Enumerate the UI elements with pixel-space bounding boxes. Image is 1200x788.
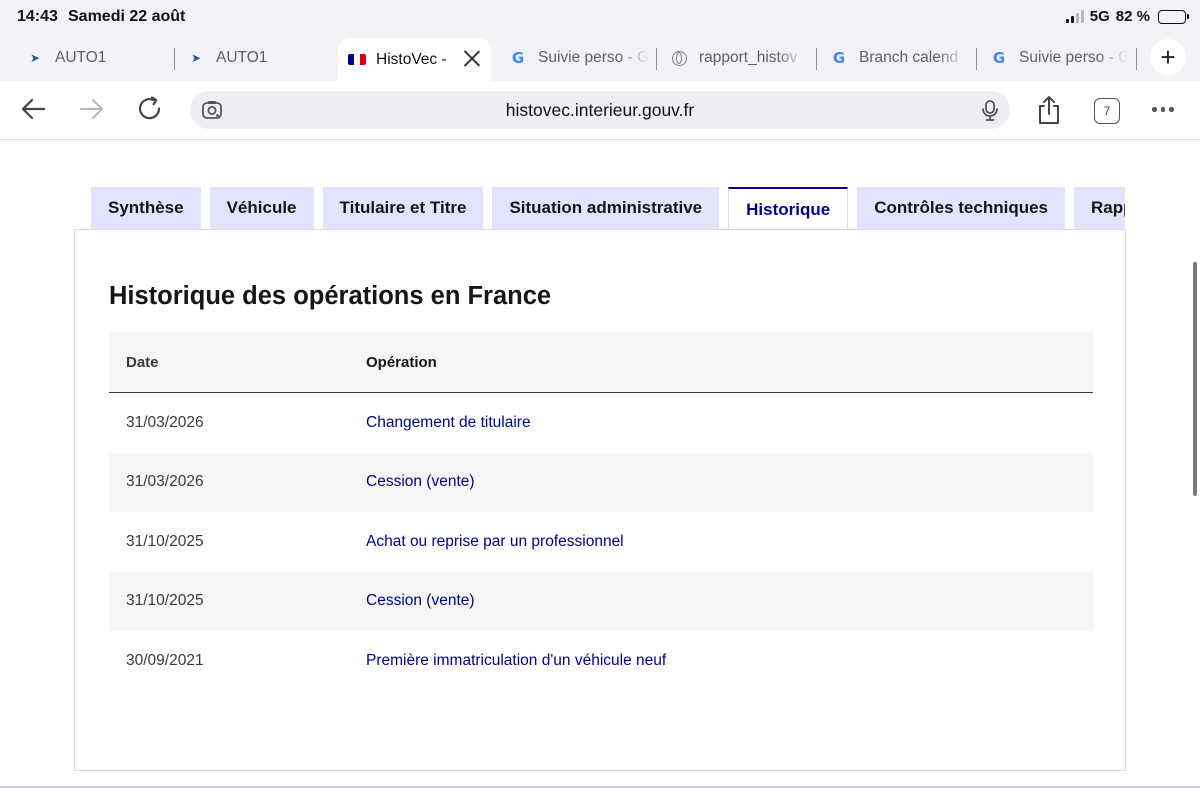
tab-historique[interactable]: Historique	[728, 187, 849, 230]
status-bar: 14:43 Samedi 22 août 5G 82 %	[0, 0, 1200, 34]
status-time: 14:43	[17, 8, 58, 25]
browser-chrome: 14:43 Samedi 22 août 5G 82 % ➤ AUTO1 ➤ A…	[0, 0, 1200, 140]
table-body: 31/03/2026 Changement de titulaire 31/03…	[109, 393, 1093, 691]
cell-operation: Changement de titulaire	[366, 413, 531, 431]
table-row: 31/03/2026 Changement de titulaire	[109, 393, 1093, 453]
tab-controles-techniques[interactable]: Contrôles techniques	[857, 187, 1066, 229]
globe-icon	[671, 50, 687, 66]
cell-operation: Achat ou reprise par un professionnel	[366, 532, 624, 550]
tab-separator	[816, 48, 817, 70]
address-bar[interactable]: histovec.interieur.gouv.fr	[190, 91, 1010, 129]
tab-vehicule[interactable]: Véhicule	[209, 187, 314, 229]
auto1-icon: ➤	[29, 51, 41, 65]
cell-date: 31/10/2025	[126, 592, 204, 610]
browser-tab-auto1[interactable]: ➤ AUTO1	[27, 38, 167, 78]
table-row: 30/09/2021 Première immatriculation d'un…	[109, 631, 1093, 691]
page-content: Synthèse Véhicule Titulaire et Titre Sit…	[0, 141, 1200, 788]
new-tab-button[interactable]: +	[1150, 39, 1186, 75]
browser-tab-title: AUTO1	[216, 49, 268, 66]
tab-titulaire-et-titre[interactable]: Titulaire et Titre	[322, 187, 484, 229]
browser-tab-title: HistoVec -	[376, 50, 447, 68]
column-header-date: Date	[126, 353, 159, 371]
cell-date: 31/10/2025	[126, 532, 204, 550]
cell-date: 30/09/2021	[126, 651, 204, 669]
share-button[interactable]	[1033, 94, 1065, 126]
browser-toolbar: histovec.interieur.gouv.fr 7	[0, 81, 1200, 140]
tab-synthese[interactable]: Synthèse	[91, 187, 201, 229]
forward-arrow-icon	[79, 98, 104, 120]
google-icon: G	[511, 49, 525, 67]
operations-table: Date Opération 31/03/2026 Changement de …	[109, 332, 1093, 691]
battery-percent: 82 %	[1115, 8, 1150, 25]
tab-fade	[937, 38, 967, 78]
section-tabs: Synthèse Véhicule Titulaire et Titre Sit…	[91, 187, 1125, 230]
battery-icon	[1158, 9, 1189, 24]
browser-tab-auto1-2[interactable]: ➤ AUTO1	[188, 38, 328, 78]
reload-button[interactable]	[134, 93, 166, 125]
tab-fade	[1097, 38, 1127, 78]
browser-tab-branch-calendar[interactable]: G Branch calend	[831, 38, 967, 78]
column-header-operation: Opération	[366, 353, 437, 371]
cell-operation: Cession (vente)	[366, 592, 475, 610]
browser-tab-suivie-perso-2[interactable]: G Suivie perso - G	[991, 38, 1127, 78]
browser-tab-title: AUTO1	[55, 49, 107, 66]
cell-date: 31/03/2026	[126, 413, 204, 431]
url-text: histovec.interieur.gouv.fr	[505, 100, 695, 120]
forward-button[interactable]	[76, 93, 108, 125]
browser-tab-suivie-perso[interactable]: G Suivie perso - G	[510, 38, 650, 78]
tab-situation-administrative[interactable]: Situation administrative	[492, 187, 720, 229]
tab-separator	[976, 48, 977, 70]
tab-separator	[174, 48, 175, 70]
share-icon	[1039, 96, 1059, 124]
network-type: 5G	[1089, 8, 1110, 25]
historique-panel: Historique des opérations en France Date…	[74, 229, 1126, 771]
cellular-signal-icon	[1065, 10, 1084, 23]
google-icon: G	[992, 49, 1006, 67]
cell-date: 31/03/2026	[126, 473, 204, 491]
close-tab-icon[interactable]	[463, 49, 481, 67]
table-header: Date Opération	[109, 332, 1093, 393]
french-flag-icon	[348, 54, 366, 65]
back-button[interactable]	[17, 93, 49, 125]
tab-separator	[656, 48, 657, 70]
tab-fade	[620, 38, 650, 78]
browser-tab-rapport-histovec[interactable]: rapport_histov	[671, 38, 807, 78]
more-options-icon[interactable]	[1152, 107, 1174, 112]
status-indicators: 5G 82 %	[1065, 8, 1189, 25]
auto1-icon: ➤	[190, 51, 202, 65]
tab-fade	[777, 38, 807, 78]
tab-overview-button[interactable]: 7	[1094, 98, 1120, 124]
browser-tab-histovec[interactable]: HistoVec -	[338, 38, 491, 81]
table-row: 31/10/2025 Achat ou reprise par un profe…	[109, 512, 1093, 572]
table-row: 31/03/2026 Cession (vente)	[109, 452, 1093, 512]
tab-rapport[interactable]: Rapport	[1074, 187, 1125, 229]
browser-tab-strip: ➤ AUTO1 ➤ AUTO1 HistoVec - G Suivie pers…	[0, 34, 1200, 81]
cell-operation: Cession (vente)	[366, 473, 475, 491]
cell-operation: Première immatriculation d'un véhicule n…	[366, 651, 667, 669]
google-icon: G	[832, 49, 846, 67]
page-title: Historique des opérations en France	[109, 282, 552, 310]
status-date: Samedi 22 août	[68, 8, 186, 25]
back-arrow-icon	[21, 98, 46, 120]
page-scrollbar[interactable]	[1193, 262, 1197, 496]
microphone-icon[interactable]	[980, 99, 1000, 121]
table-row: 31/10/2025 Cession (vente)	[109, 571, 1093, 631]
tab-separator	[1136, 48, 1137, 70]
reload-icon	[138, 96, 161, 120]
